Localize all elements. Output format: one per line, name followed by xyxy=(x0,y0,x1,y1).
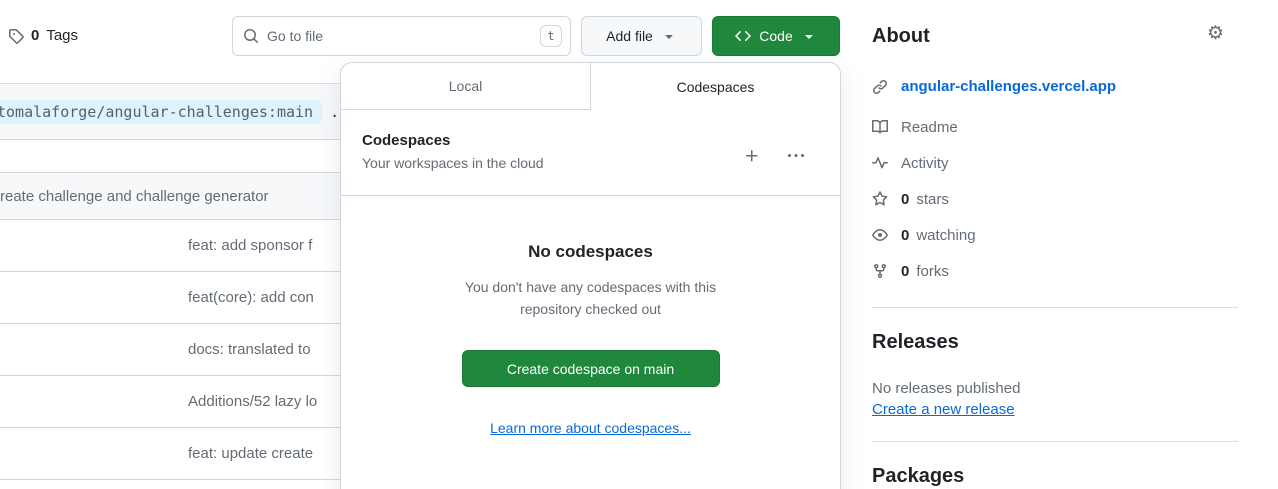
create-codespace-button[interactable]: Create codespace on main xyxy=(462,350,720,387)
codespaces-title: Codespaces xyxy=(362,132,824,149)
code-dropdown-panel: Local Codespaces Codespaces Your workspa… xyxy=(340,62,841,489)
forks-count: 0 xyxy=(901,263,909,280)
table-row[interactable]: feat: add sponsor f xyxy=(0,220,360,272)
about-sidebar: About ⚙ angular-challenges.vercel.app Re… xyxy=(872,0,1238,487)
branch-ref-suffix: . xyxy=(330,103,339,121)
codespaces-header: Codespaces Your workspaces in the cloud xyxy=(341,110,840,196)
sidebar-divider xyxy=(872,441,1238,442)
packages-title: Packages xyxy=(872,465,1238,487)
kebab-horizontal-icon xyxy=(788,148,804,164)
no-codespaces-description: You don't have any codespaces with this … xyxy=(441,277,741,320)
add-file-button[interactable]: Add file xyxy=(581,16,702,56)
about-item-label: watching xyxy=(916,227,975,244)
book-icon xyxy=(872,119,888,135)
commit-message[interactable]: feat: add sponsor f xyxy=(188,237,312,254)
tag-icon xyxy=(8,28,24,44)
link-icon xyxy=(872,79,888,95)
about-item-label: Readme xyxy=(901,119,958,136)
code-button[interactable]: Code xyxy=(712,16,840,56)
sidebar-divider xyxy=(872,307,1238,308)
stars-link[interactable]: 0 stars xyxy=(872,190,1238,208)
star-icon xyxy=(872,191,888,207)
code-icon xyxy=(735,28,751,44)
search-shortcut-key: t xyxy=(540,25,562,47)
commit-message[interactable]: feat(core): add con xyxy=(188,289,314,306)
table-row[interactable]: docs: translated to xyxy=(0,324,360,376)
branch-ref[interactable]: tomalaforge/angular-challenges:main xyxy=(0,100,322,124)
code-dropdown-tabs: Local Codespaces xyxy=(341,63,840,110)
codespace-options-button[interactable] xyxy=(788,148,804,164)
tab-codespaces[interactable]: Codespaces xyxy=(590,63,840,110)
pulse-icon xyxy=(872,155,888,171)
releases-title: Releases xyxy=(872,331,1238,353)
edit-repo-details-button[interactable]: ⚙ xyxy=(1207,24,1224,43)
eye-icon xyxy=(872,227,888,243)
watching-count: 0 xyxy=(901,227,909,244)
chevron-down-icon xyxy=(801,28,817,44)
stars-count: 0 xyxy=(901,191,909,208)
branch-reference-bar: tomalaforge/angular-challenges:main . xyxy=(0,83,360,140)
repository-page: 0 Tags t Add file Code tomalaforge/angul… xyxy=(0,0,1278,489)
learn-more-link[interactable]: Learn more about codespaces... xyxy=(490,420,691,436)
codespaces-empty-state: No codespaces You don't have any codespa… xyxy=(341,196,840,438)
gear-icon: ⚙ xyxy=(1207,23,1224,44)
watching-link[interactable]: 0 watching xyxy=(872,226,1238,244)
tags-label: Tags xyxy=(46,27,78,44)
commit-message[interactable]: docs: translated to xyxy=(188,341,311,358)
file-table: feat: add sponsor f feat(core): add con … xyxy=(0,220,360,480)
latest-commit-message[interactable]: reate challenge and challenge generator xyxy=(0,188,269,205)
add-file-label: Add file xyxy=(606,28,653,44)
chevron-down-icon xyxy=(661,28,677,44)
table-row[interactable]: feat(core): add con xyxy=(0,272,360,324)
activity-link[interactable]: Activity xyxy=(872,154,1238,172)
latest-commit-row[interactable]: reate challenge and challenge generator xyxy=(0,172,360,220)
about-item-label: Activity xyxy=(901,155,949,172)
website-link[interactable]: angular-challenges.vercel.app xyxy=(901,78,1116,95)
table-row[interactable]: feat: update create xyxy=(0,428,360,480)
table-row[interactable]: Additions/52 lazy lo xyxy=(0,376,360,428)
commit-message[interactable]: feat: update create xyxy=(188,445,313,462)
search-input[interactable] xyxy=(267,28,532,44)
tags-link[interactable]: 0 Tags xyxy=(8,27,78,44)
readme-link[interactable]: Readme xyxy=(872,118,1238,136)
code-button-label: Code xyxy=(759,28,792,44)
plus-icon xyxy=(744,148,760,164)
tab-local[interactable]: Local xyxy=(341,63,590,110)
releases-empty-text: No releases published xyxy=(872,380,1238,397)
about-title: About xyxy=(872,25,1238,47)
fork-icon xyxy=(872,263,888,279)
create-release-link[interactable]: Create a new release xyxy=(872,401,1015,418)
about-item-label: stars xyxy=(916,191,949,208)
no-codespaces-title: No codespaces xyxy=(341,242,840,262)
about-item-label: forks xyxy=(916,263,949,280)
go-to-file-search[interactable]: t xyxy=(232,16,571,56)
tags-count: 0 xyxy=(31,27,39,44)
new-codespace-button[interactable] xyxy=(744,148,760,164)
forks-link[interactable]: 0 forks xyxy=(872,262,1238,280)
search-icon xyxy=(243,28,259,44)
commit-message[interactable]: Additions/52 lazy lo xyxy=(188,393,317,410)
